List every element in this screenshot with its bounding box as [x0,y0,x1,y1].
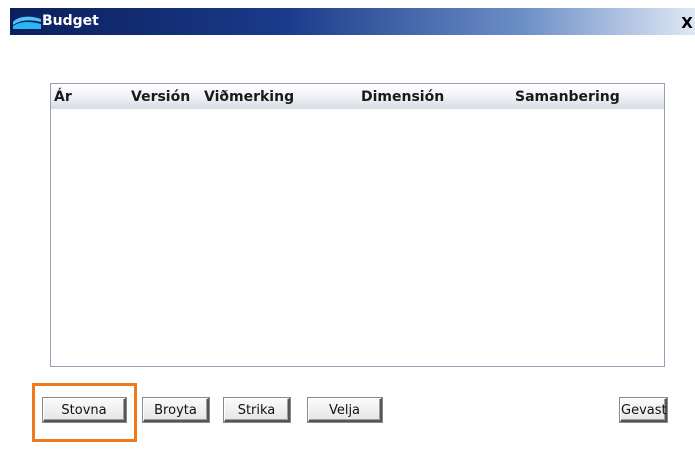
top-edge [0,0,695,8]
column-header-samanbering[interactable]: Samanbering [515,88,620,106]
close-button[interactable]: X [679,14,695,32]
column-header-dimension[interactable]: Dimensión [361,88,444,106]
table-header: Ár Versión Viðmerking Dimensión Samanber… [51,84,664,109]
window-title: Budget [42,13,99,29]
broyta-button[interactable]: Broyta [143,398,209,422]
stovna-button[interactable]: Stovna [43,398,126,422]
budget-table[interactable]: Ár Versión Viðmerking Dimensión Samanber… [50,83,665,367]
budget-window: Budget X Ár Versión Viðmerking Dimensión… [0,0,695,465]
gevast-button[interactable]: Gevast [620,398,667,422]
column-header-vidmerking[interactable]: Viðmerking [204,88,294,106]
strika-button[interactable]: Strika [224,398,290,422]
app-logo-icon [13,16,41,29]
column-header-ar[interactable]: Ár [54,88,72,106]
column-header-version[interactable]: Versión [131,88,190,106]
velja-button[interactable]: Velja [308,398,382,422]
title-bar[interactable]: Budget X [10,8,695,35]
